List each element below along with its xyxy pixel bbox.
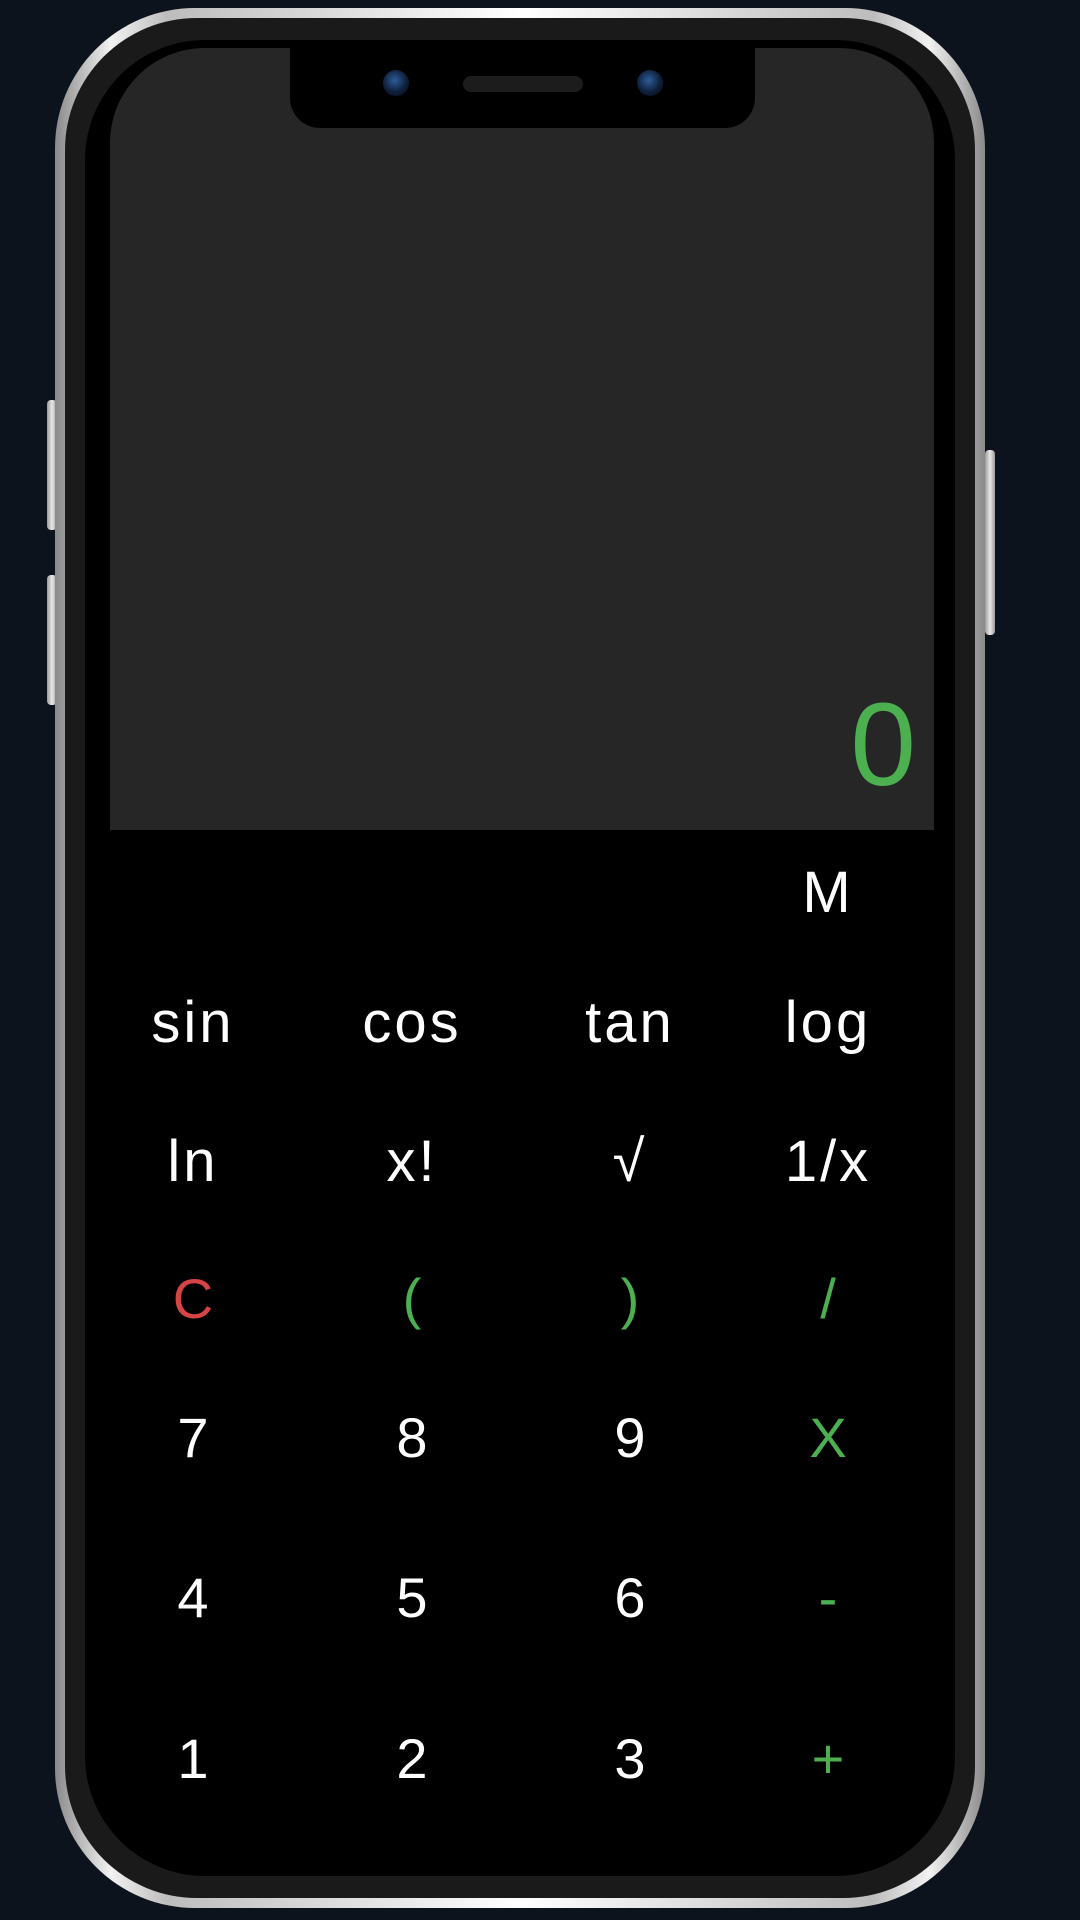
digit-2-button[interactable]: 2 (322, 1703, 502, 1813)
digit-5-button[interactable]: 5 (322, 1542, 502, 1652)
cos-button[interactable]: cos (322, 967, 502, 1077)
factorial-button[interactable]: x! (322, 1106, 502, 1216)
log-button[interactable]: log (738, 967, 918, 1077)
add-button[interactable]: + (738, 1703, 918, 1813)
digit-7-button[interactable]: 7 (110, 1382, 283, 1492)
digit-6-button[interactable]: 6 (540, 1542, 720, 1652)
subtract-button[interactable]: - (738, 1542, 918, 1652)
digit-1-button[interactable]: 1 (110, 1703, 283, 1813)
sqrt-button[interactable]: √ (540, 1106, 720, 1216)
tan-button[interactable]: tan (540, 967, 720, 1077)
result-display: 0 (110, 48, 934, 830)
sin-button[interactable]: sin (110, 967, 283, 1077)
earpiece-speaker (463, 76, 583, 92)
digit-3-button[interactable]: 3 (540, 1703, 720, 1813)
calculator-screen: 0 M sin cos tan log ln x! √ 1/x C ( ) / … (110, 48, 934, 1851)
divide-button[interactable]: / (738, 1243, 918, 1353)
digit-9-button[interactable]: 9 (540, 1382, 720, 1492)
notch (290, 48, 755, 128)
close-paren-button[interactable]: ) (540, 1243, 720, 1353)
ln-button[interactable]: ln (110, 1106, 283, 1216)
digit-4-button[interactable]: 4 (110, 1542, 283, 1652)
front-camera-icon (383, 70, 409, 96)
open-paren-button[interactable]: ( (322, 1243, 502, 1353)
digit-8-button[interactable]: 8 (322, 1382, 502, 1492)
reciprocal-button[interactable]: 1/x (738, 1106, 918, 1216)
clear-button[interactable]: C (110, 1243, 283, 1353)
multiply-button[interactable]: X (738, 1382, 918, 1492)
memory-button[interactable]: M (738, 830, 918, 955)
display-value: 0 (850, 679, 916, 811)
sensor-icon (637, 70, 663, 96)
power-button (985, 450, 995, 635)
